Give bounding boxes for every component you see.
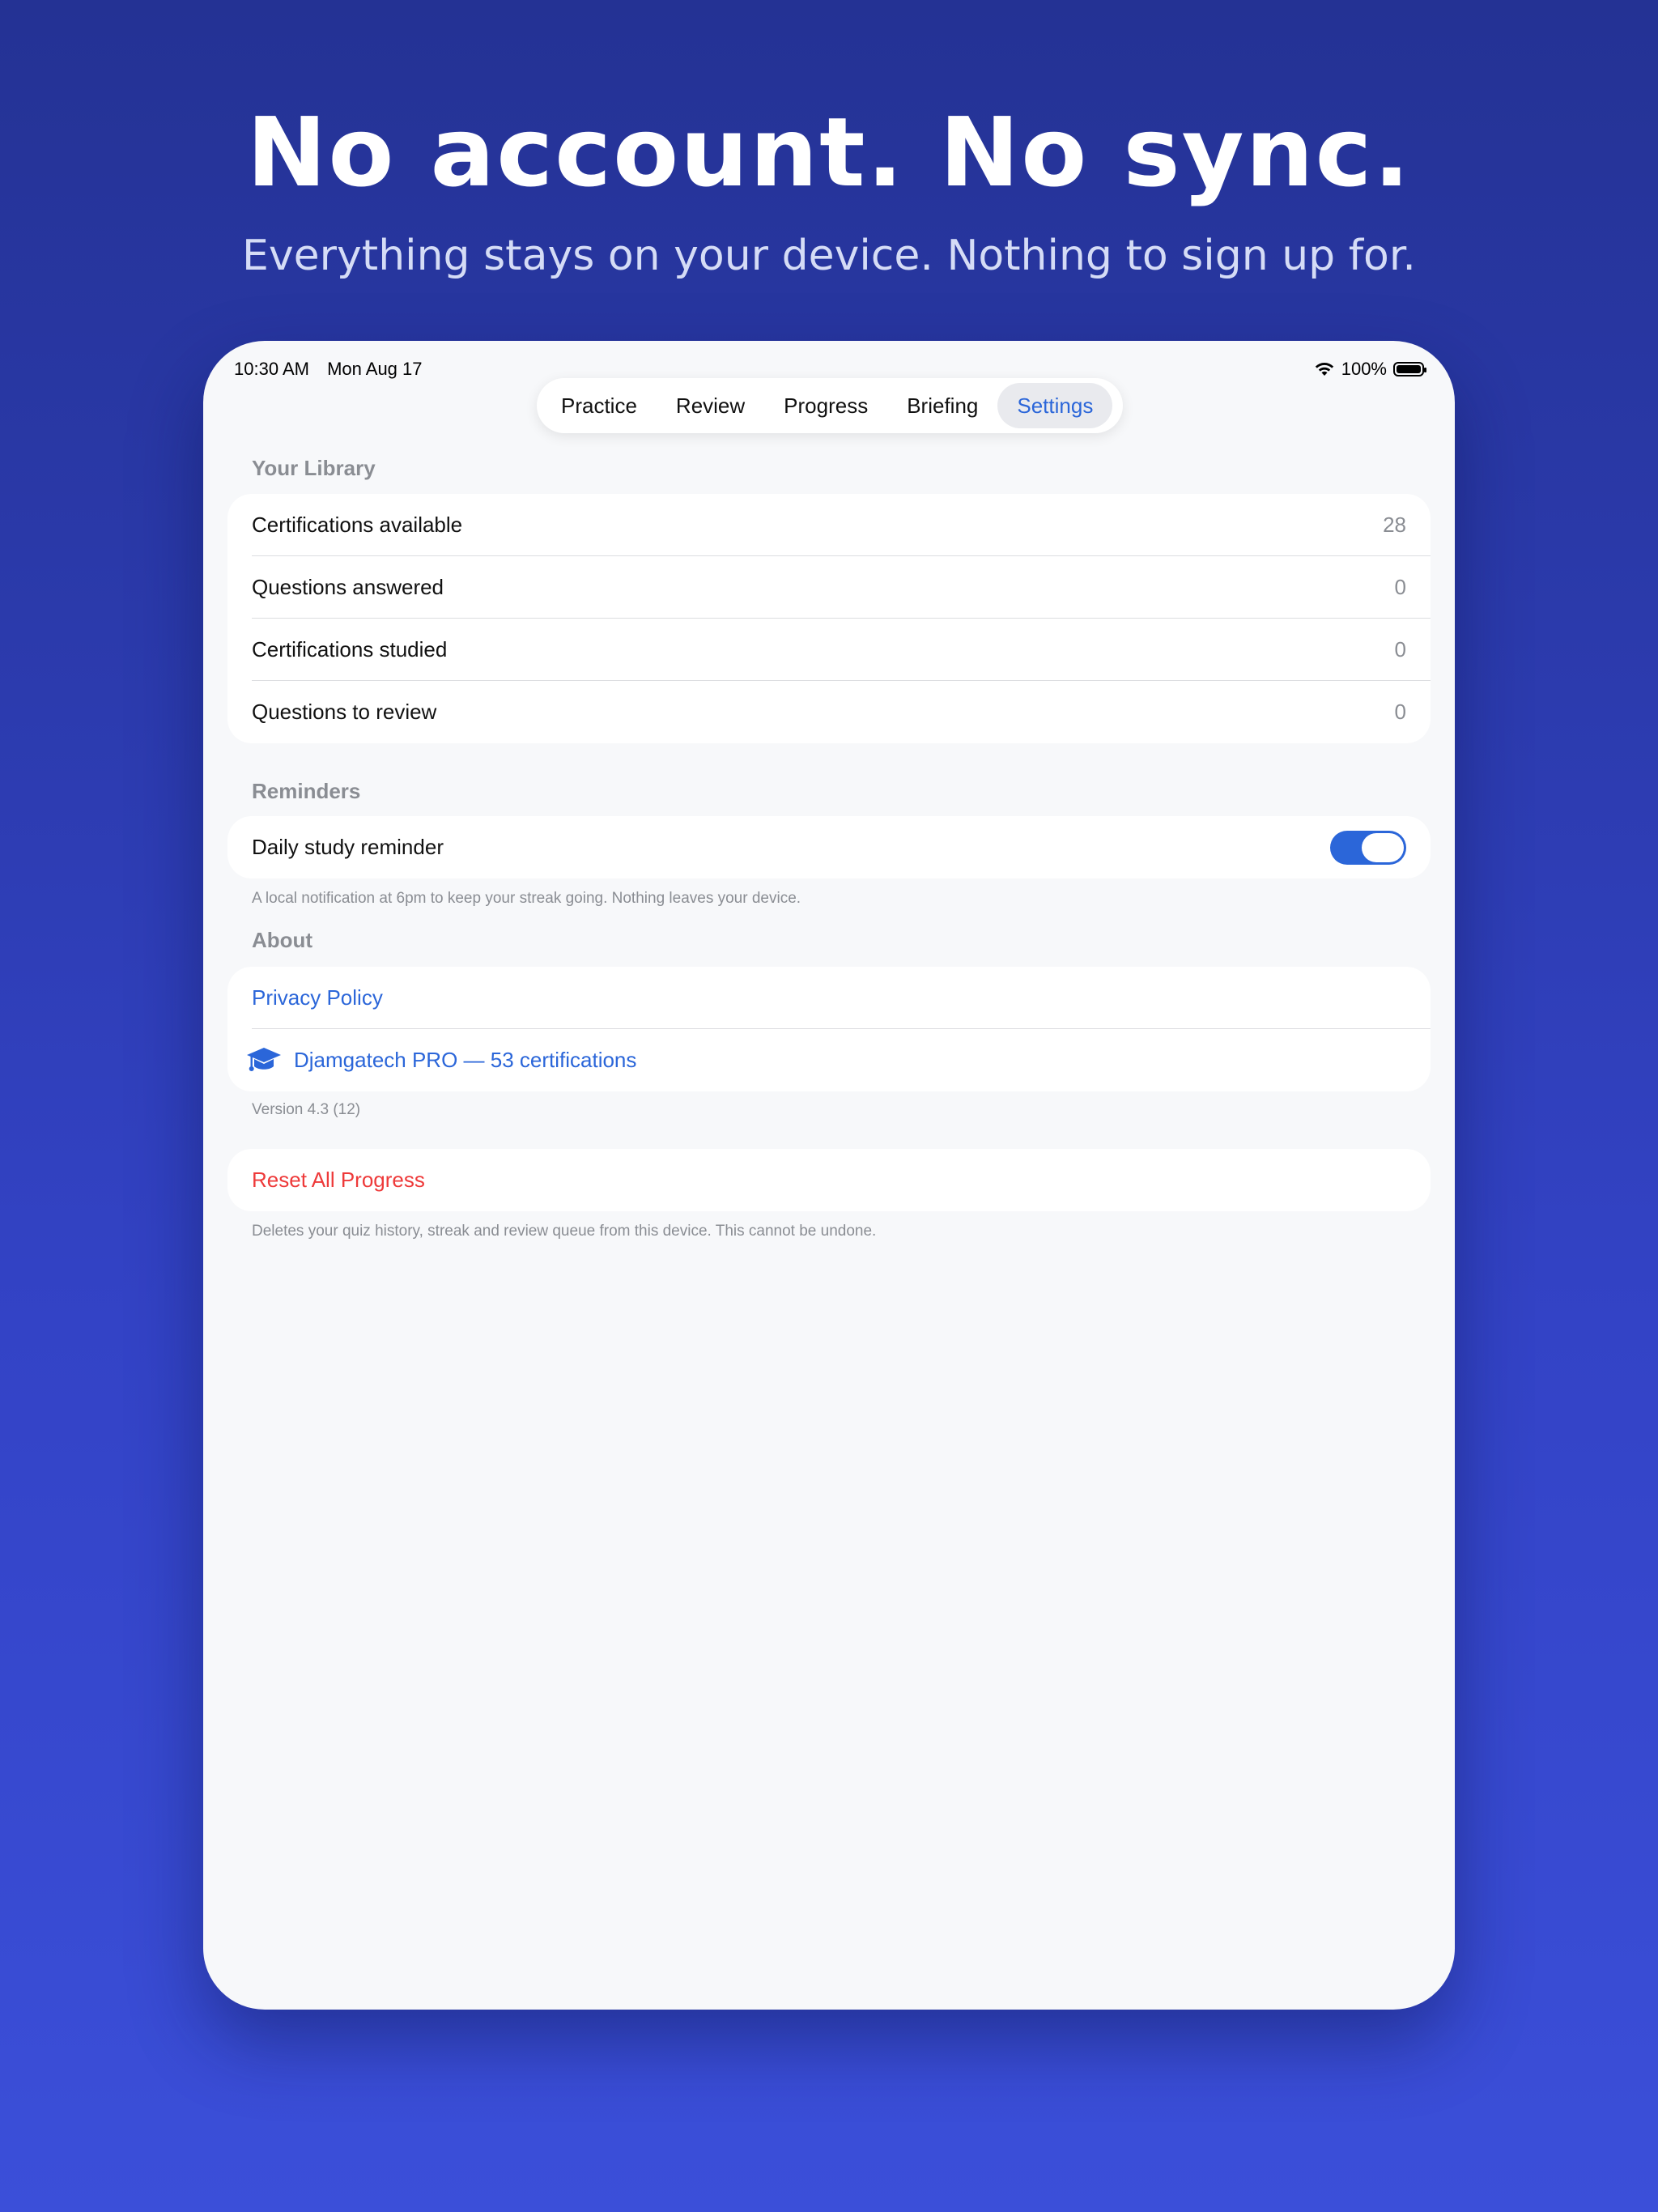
reset-footnote: Deletes your quiz history, streak and re…	[252, 1223, 877, 1240]
library-section-header: Your Library	[252, 456, 376, 480]
headline: No account. No sync.	[246, 96, 1412, 208]
pro-app-link[interactable]: Djamgatech PRO — 53 certifications	[294, 1048, 636, 1073]
reset-card: Reset All Progress	[227, 1149, 1431, 1211]
library-row-questions-answered: Questions answered 0	[252, 556, 1431, 619]
tab-practice[interactable]: Practice	[542, 383, 657, 428]
library-row-certifications-available: Certifications available 28	[252, 494, 1431, 556]
status-date: Mon Aug 17	[327, 359, 423, 379]
reset-progress-row[interactable]: Reset All Progress	[252, 1149, 1431, 1211]
row-label: Certifications studied	[252, 636, 448, 661]
tab-settings[interactable]: Settings	[997, 383, 1113, 428]
reminders-card: Daily study reminder	[227, 816, 1431, 878]
device-frame: 10:30 AM Mon Aug 17 100% Practice Review…	[203, 341, 1455, 2010]
daily-reminder-row: Daily study reminder	[252, 816, 1431, 878]
tab-briefing[interactable]: Briefing	[887, 383, 997, 428]
daily-reminder-label: Daily study reminder	[252, 835, 444, 859]
about-card: Privacy Policy Djamgatech PRO — 53 certi…	[227, 967, 1431, 1091]
row-value: 28	[1383, 512, 1406, 537]
library-row-questions-to-review: Questions to review 0	[252, 681, 1431, 743]
battery-icon	[1393, 362, 1426, 376]
reset-progress-button[interactable]: Reset All Progress	[252, 1168, 425, 1193]
row-value: 0	[1394, 574, 1406, 599]
reminders-section-header: Reminders	[252, 779, 361, 803]
about-section-header: About	[252, 928, 313, 952]
library-row-certifications-studied: Certifications studied 0	[252, 619, 1431, 681]
graduation-cap-icon	[247, 1047, 281, 1071]
tab-bar: Practice Review Progress Briefing Settin…	[537, 378, 1123, 433]
version-text: Version 4.3 (12)	[252, 1101, 361, 1118]
pro-app-row[interactable]: Djamgatech PRO — 53 certifications	[245, 1029, 1431, 1091]
subheadline: Everything stays on your device. Nothing…	[242, 232, 1416, 280]
row-label: Questions answered	[252, 574, 444, 599]
library-card: Certifications available 28 Questions an…	[227, 494, 1431, 743]
wifi-icon	[1315, 363, 1333, 376]
status-time: 10:30 AM	[234, 359, 309, 379]
row-label: Questions to review	[252, 700, 437, 724]
tab-progress[interactable]: Progress	[764, 383, 887, 428]
tab-review[interactable]: Review	[657, 383, 764, 428]
privacy-policy-row[interactable]: Privacy Policy	[252, 967, 1431, 1029]
row-label: Certifications available	[252, 512, 463, 537]
privacy-policy-link[interactable]: Privacy Policy	[252, 985, 383, 1010]
row-value: 0	[1394, 700, 1406, 724]
daily-reminder-toggle[interactable]	[1330, 830, 1406, 865]
battery-percent: 100%	[1341, 359, 1387, 379]
row-value: 0	[1394, 636, 1406, 661]
reminder-footnote: A local notification at 6pm to keep your…	[252, 890, 801, 907]
